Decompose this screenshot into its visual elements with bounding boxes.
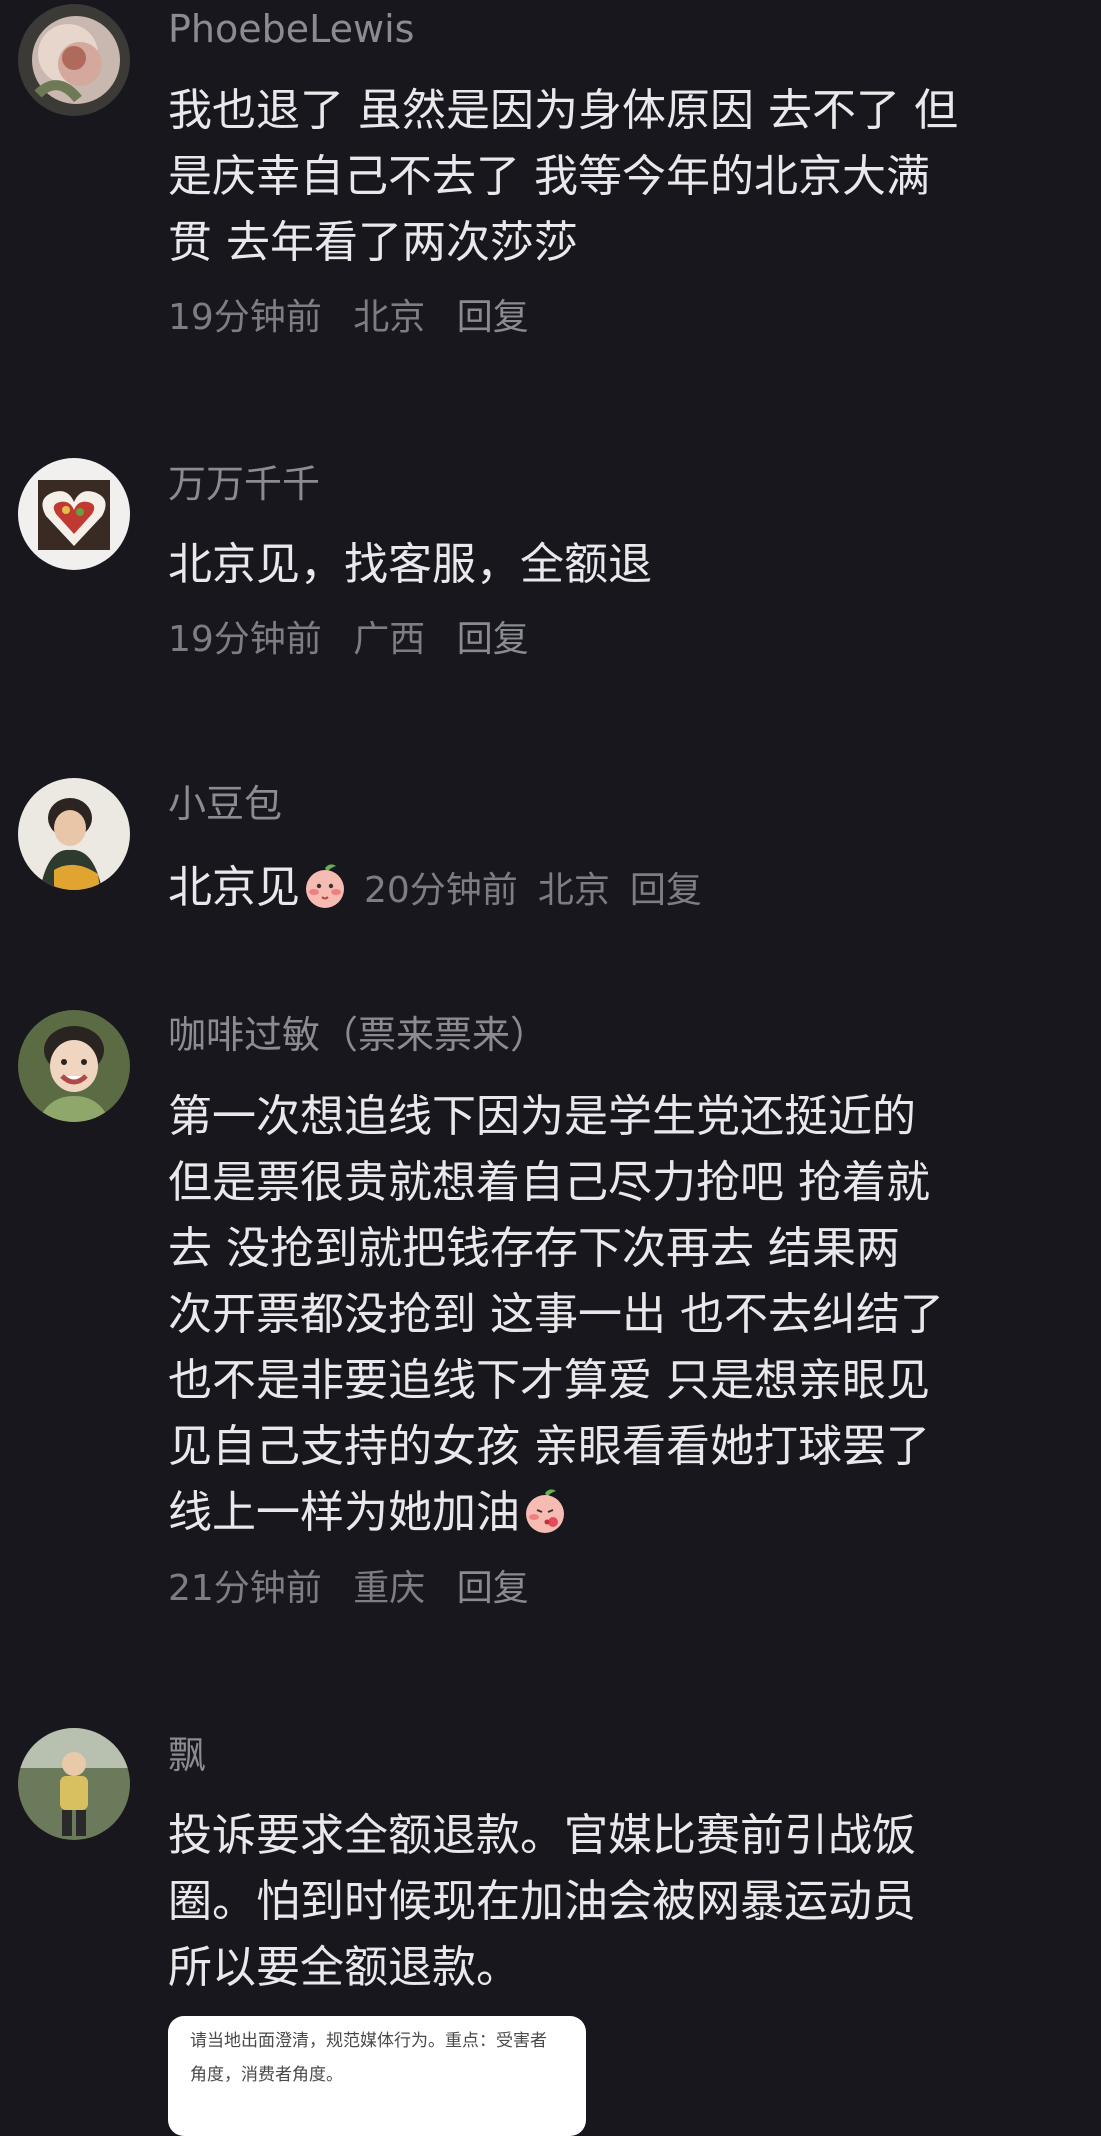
person-outdoor-avatar[interactable] (18, 1728, 130, 1840)
comment-text-line: 线上一样为她加油 (168, 1480, 1058, 1546)
comment-meta: 21分钟前 重庆 回复 (168, 1567, 549, 1611)
comment-location: 重庆 (353, 1568, 426, 1609)
comment-text-line: 北京见 20分钟前 北京 回复 (168, 855, 1058, 924)
comment-text: 投诉要求全额退款。官媒比赛前引战饭 圈。怕到时候现在加油会被网暴运动员 所以要全… (168, 1803, 1058, 2001)
comment-time: 21分钟前 (168, 1568, 322, 1609)
comment-meta: 20分钟前 北京 回复 (364, 870, 722, 911)
comment-location: 北京 (353, 297, 426, 338)
quote-card[interactable]: 请当地出面澄清，规范媒体行为。重点：受害者 角度，消费者角度。 (168, 2016, 586, 2136)
reply-button[interactable]: 回复 (630, 870, 702, 911)
comment-text-line: 去 没抢到就把钱存存下次再去 结果两 (168, 1223, 900, 1274)
quote-card-line: 角度，消费者角度。 (190, 2065, 343, 2085)
comment-text-line: 我也退了 虽然是因为身体原因 去不了 但 (168, 85, 958, 136)
heart-cake-avatar[interactable] (18, 458, 130, 570)
comment-text-line: 所以要全额退款。 (168, 1942, 520, 1993)
comment-username[interactable]: 飘 (168, 1732, 206, 1778)
peach-blush-emoji-icon (300, 860, 350, 910)
quote-card-line: 请当地出面澄清，规范媒体行为。重点：受害者 (190, 2031, 547, 2051)
comment-location: 广西 (353, 619, 426, 660)
comment-time: 20分钟前 (364, 870, 518, 911)
comment-meta: 19分钟前 广西 回复 (168, 618, 549, 662)
comment-time: 19分钟前 (168, 619, 322, 660)
peony-avatar[interactable] (18, 4, 130, 116)
comment-text-line: 投诉要求全额退款。官媒比赛前引战饭 (168, 1810, 916, 1861)
comment-text: 北京见，找客服，全额退 (168, 532, 1058, 598)
comment-text-line: 北京见，找客服，全额退 (168, 539, 652, 590)
comment-location: 北京 (537, 870, 610, 911)
comment-username[interactable]: 万万千千 (168, 461, 320, 507)
comment-text-content: 线上一样为她加油 (168, 1487, 520, 1538)
comment-username[interactable]: PhoebeLewis (168, 6, 414, 52)
comment-text-line: 也不是非要追线下才算爱 只是想亲眼见 (168, 1355, 930, 1406)
comment-meta: 19分钟前 北京 回复 (168, 296, 549, 340)
reply-button[interactable]: 回复 (457, 619, 529, 660)
comment-text: 北京见 20分钟前 北京 回复 (168, 855, 1058, 924)
comment-text-line: 贯 去年看了两次莎莎 (168, 217, 578, 268)
comment-text-line: 见自己支持的女孩 亲眼看看她打球罢了 (168, 1421, 930, 1472)
comment-text-line: 次开票都没抢到 这事一出 也不去纠结了 (168, 1289, 944, 1340)
comment-username[interactable]: 小豆包 (168, 781, 282, 827)
comment-text-line: 圈。怕到时候现在加油会被网暴运动员 (168, 1876, 916, 1927)
child-portrait-avatar[interactable] (18, 778, 130, 890)
comment-text: 我也退了 虽然是因为身体原因 去不了 但 是庆幸自己不去了 我等今年的北京大满 … (168, 78, 1058, 276)
comment-text-line: 是庆幸自己不去了 我等今年的北京大满 (168, 151, 930, 202)
comment-text: 第一次想追线下因为是学生党还挺近的 但是票很贵就想着自己尽力抢吧 抢着就 去 没… (168, 1084, 1058, 1546)
peach-kiss-emoji-icon (520, 1485, 570, 1535)
reply-button[interactable]: 回复 (457, 1568, 529, 1609)
comment-time: 19分钟前 (168, 297, 322, 338)
comment-text-content: 北京见 (168, 862, 300, 913)
reply-button[interactable]: 回复 (457, 297, 529, 338)
comment-text-line: 第一次想追线下因为是学生党还挺近的 (168, 1091, 916, 1142)
smiling-girl-avatar[interactable] (18, 1010, 130, 1122)
comment-username[interactable]: 咖啡过敏（票来票来） (168, 1012, 548, 1058)
comment-text-line: 但是票很贵就想着自己尽力抢吧 抢着就 (168, 1157, 930, 1208)
